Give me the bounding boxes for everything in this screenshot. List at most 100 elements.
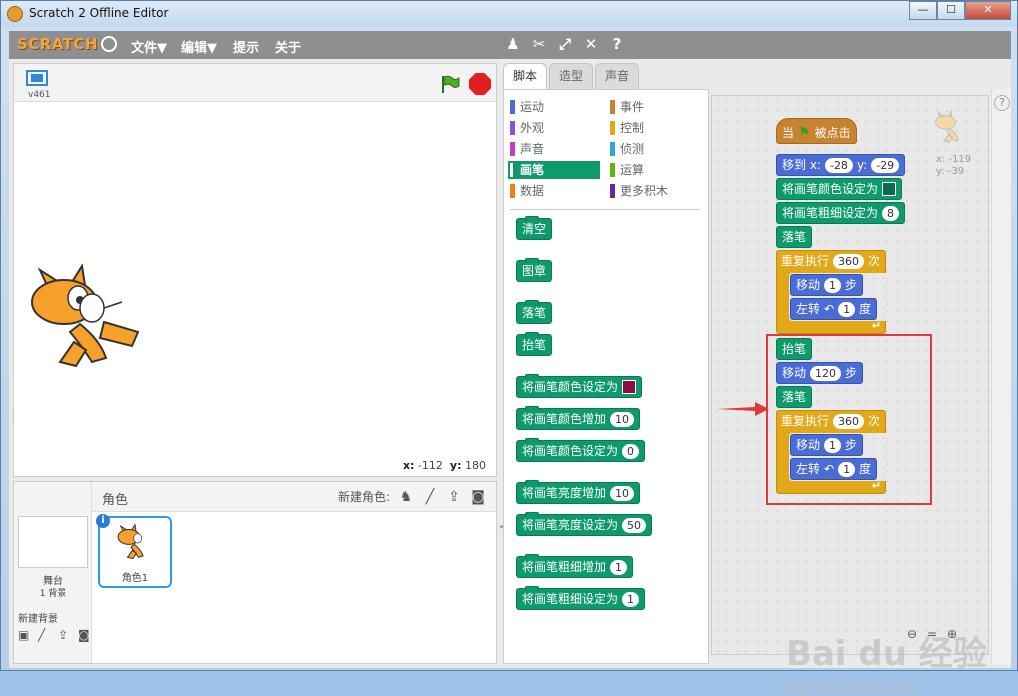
sprite-thumbnail[interactable]: i 角色1: [96, 514, 172, 588]
zoom-reset-icon[interactable]: =: [925, 627, 939, 641]
stage-header: v461: [14, 64, 496, 102]
mouse-coords: x: -112 y: 180: [402, 459, 486, 472]
stage-column: 舞台 1 背景 新建背景 ▣ ╱ ⇪ ◙: [14, 482, 92, 663]
zoom-in-icon[interactable]: ⊕: [945, 627, 959, 641]
category-divider: [510, 209, 700, 210]
sprite-x-readout: x: -119: [936, 154, 972, 165]
help-icon[interactable]: ?: [994, 95, 1010, 111]
close-button[interactable]: ✕: [965, 1, 1011, 20]
stage-label: 舞台: [43, 576, 63, 587]
when-flag-clicked-block[interactable]: 当 ⚑ 被点击: [776, 118, 857, 144]
zoom-out-icon[interactable]: ⊖: [905, 627, 919, 641]
stage-backdrop-count: 1 背景: [39, 589, 67, 599]
shrink-icon[interactable]: ✕: [583, 35, 599, 53]
palette-block-set-color[interactable]: 将画笔颜色设定为: [516, 374, 643, 398]
color-swatch[interactable]: [622, 380, 637, 394]
watermark-url: jingyan.baidu.com: [778, 678, 917, 696]
sprite-name: 角色1: [121, 573, 149, 584]
new-backdrop-label: 新建背景: [18, 614, 58, 625]
tab-sounds[interactable]: 声音: [595, 63, 639, 89]
cat-thumbnail-icon: [117, 523, 144, 560]
paint-backdrop-icon[interactable]: ╱: [38, 628, 54, 642]
new-sprite-label: 新建角色:: [337, 490, 390, 504]
tab-costumes[interactable]: 造型: [549, 63, 593, 89]
scratch-logo[interactable]: SCRATCH: [17, 35, 98, 53]
flag-icon: ⚑: [798, 125, 811, 141]
move-steps-block[interactable]: 移动 1 步: [790, 274, 864, 296]
zoom-controls: ⊖ = ⊕: [905, 627, 959, 641]
category-more-blocks[interactable]: 更多积木: [608, 182, 700, 200]
menu-about[interactable]: 关于: [275, 37, 301, 56]
palette-block-change-shade[interactable]: 将画笔亮度增加 10: [516, 480, 641, 504]
version-label: v461: [28, 90, 51, 100]
category-pen[interactable]: 画笔: [508, 161, 600, 179]
stage-thumbnail[interactable]: [18, 516, 88, 568]
sprite-library-icon[interactable]: ♞: [398, 489, 414, 505]
language-globe-icon[interactable]: [101, 36, 117, 52]
block-palette: 运动 外观 声音 画笔 数据 事件 控制 侦测 运算 更多积木 清空 图章 落笔…: [503, 89, 709, 664]
palette-block-pen-up[interactable]: 抬笔: [516, 332, 553, 356]
palette-block-set-color-num[interactable]: 将画笔颜色设定为 0: [516, 438, 646, 462]
green-flag-icon[interactable]: [440, 74, 460, 94]
backdrop-library-icon[interactable]: ▣: [18, 628, 34, 642]
camera-sprite-icon[interactable]: ◙: [470, 489, 486, 505]
menu-bar: SCRATCH 文件▼ 编辑▼ 提示 关于 ♟ ✂ ⤢ ✕ ?: [9, 31, 1011, 59]
category-events[interactable]: 事件: [608, 98, 700, 116]
duplicate-icon[interactable]: ♟: [505, 35, 521, 53]
sprite-y-readout: y: -39: [936, 166, 965, 177]
stop-sign-icon[interactable]: [469, 73, 491, 95]
delete-icon[interactable]: ✂: [531, 35, 547, 53]
paint-sprite-icon[interactable]: ╱: [422, 489, 438, 505]
color-swatch[interactable]: [882, 182, 897, 196]
palette-block-clear[interactable]: 清空: [516, 216, 553, 240]
set-pen-size-block[interactable]: 将画笔粗细设定为 8: [776, 202, 906, 224]
help-icon[interactable]: ?: [609, 35, 625, 53]
camera-backdrop-icon[interactable]: ◙: [78, 628, 94, 642]
help-strip: ?: [991, 89, 1011, 664]
highlight-box: [766, 334, 932, 505]
palette-block-set-size[interactable]: 将画笔粗细设定为 1: [516, 586, 646, 610]
red-arrow-icon: [717, 402, 769, 416]
sprite-pane: 舞台 1 背景 新建背景 ▣ ╱ ⇪ ◙ 角色 新建角色: ♞ ╱ ⇪ ◙ i …: [13, 481, 497, 664]
upload-sprite-icon[interactable]: ⇪: [446, 489, 462, 505]
sprite-header: 角色 新建角色: ♞ ╱ ⇪ ◙: [92, 482, 496, 512]
scratch-app-icon: [7, 6, 23, 22]
app-window: Scratch 2 Offline Editor — ☐ ✕ SCRATCH 文…: [0, 0, 1018, 696]
category-control[interactable]: 控制: [608, 119, 700, 137]
menu-tips[interactable]: 提示: [233, 37, 259, 56]
turn-left-block[interactable]: 左转 ↶ 1 度: [790, 298, 878, 320]
cat-sprite-icon[interactable]: [20, 262, 150, 372]
grow-icon[interactable]: ⤢: [557, 35, 573, 53]
new-sprite-toolbar: 新建角色: ♞ ╱ ⇪ ◙: [338, 488, 486, 505]
stage-panel: v461 x: -112 y: 180: [13, 63, 497, 477]
category-motion[interactable]: 运动: [508, 98, 600, 116]
window-title: Scratch 2 Offline Editor: [29, 6, 169, 20]
stage-canvas[interactable]: [14, 102, 496, 462]
tab-scripts[interactable]: 脚本: [503, 63, 547, 91]
category-sound[interactable]: 声音: [508, 140, 600, 158]
palette-block-stamp[interactable]: 图章: [516, 258, 553, 282]
repeat-header[interactable]: 重复执行 360 次: [776, 250, 885, 272]
menu-edit[interactable]: 编辑▼: [181, 37, 217, 56]
upload-backdrop-icon[interactable]: ⇪: [58, 628, 74, 642]
loop-arrow-icon: ↵: [871, 319, 881, 332]
menu-file[interactable]: 文件▼: [131, 37, 167, 56]
category-looks[interactable]: 外观: [508, 119, 600, 137]
minimize-button[interactable]: —: [909, 1, 937, 20]
category-sensing[interactable]: 侦测: [608, 140, 700, 158]
fullscreen-icon[interactable]: [26, 70, 48, 86]
category-operators[interactable]: 运算: [608, 161, 700, 179]
palette-block-change-color[interactable]: 将画笔颜色增加 10: [516, 406, 641, 430]
sprite-info-icon[interactable]: i: [96, 514, 110, 528]
goto-xy-block[interactable]: 移到 x: -28 y: -29: [776, 154, 906, 176]
maximize-button[interactable]: ☐: [937, 1, 965, 20]
palette-block-change-size[interactable]: 将画笔粗细增加 1: [516, 554, 634, 578]
palette-block-set-shade[interactable]: 将画笔亮度设定为 50: [516, 512, 653, 536]
title-bar: Scratch 2 Offline Editor — ☐ ✕: [1, 1, 1017, 27]
palette-block-pen-down[interactable]: 落笔: [516, 300, 553, 324]
set-pen-color-block[interactable]: 将画笔颜色设定为: [776, 178, 903, 200]
editor-tabs: 脚本 造型 声音: [503, 63, 639, 91]
sprites-title: 角色: [102, 493, 129, 508]
pen-down-block[interactable]: 落笔: [776, 226, 813, 248]
category-data[interactable]: 数据: [508, 182, 600, 200]
